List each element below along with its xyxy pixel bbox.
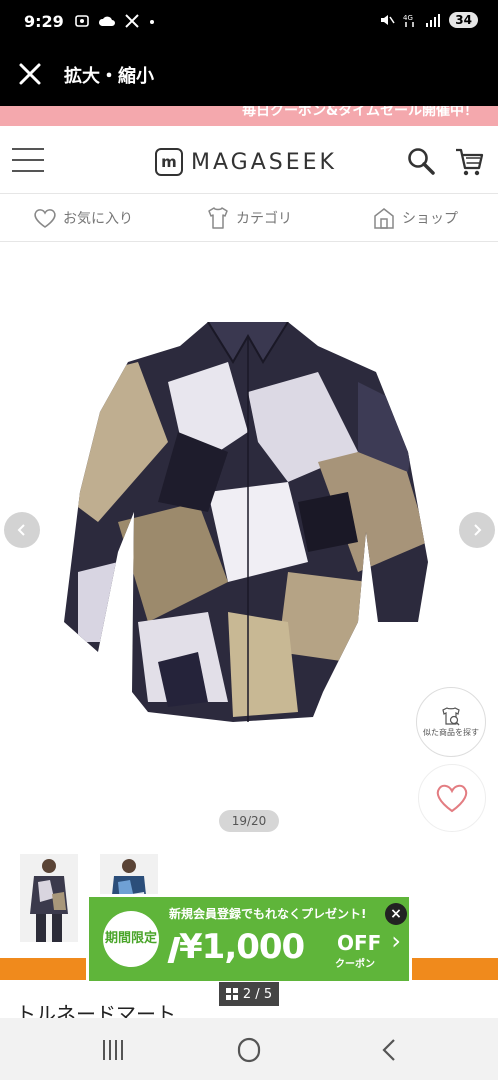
sub-nav-label: ショップ [402, 210, 458, 227]
similar-items-label: 似た商品を探す [423, 728, 479, 738]
chevron-right-icon [474, 524, 482, 536]
site-logo[interactable]: m MAGASEEK [155, 148, 337, 176]
similar-items-button[interactable]: 似た商品を探す [416, 687, 486, 757]
sub-nav-shop[interactable]: ショップ [332, 194, 498, 241]
sub-nav-favorites[interactable]: お気に入り [0, 194, 166, 241]
mute-icon [381, 15, 395, 25]
heart-outline-icon [436, 784, 468, 813]
chevron-right-icon: › [391, 927, 401, 955]
cloud-icon [98, 16, 115, 26]
logo-mark: m [155, 148, 183, 176]
sub-nav-category[interactable]: カテゴリ [166, 194, 332, 241]
thumbnail[interactable] [20, 854, 78, 942]
product-image [64, 322, 428, 722]
coupon-close-button[interactable]: × [385, 903, 407, 925]
recent-apps-icon[interactable] [97, 1036, 127, 1064]
app-header: 拡大・縮小 [0, 46, 498, 106]
screenshot-icon [75, 15, 89, 27]
site-header: m MAGASEEK [0, 126, 498, 194]
page-indicator[interactable]: 2 / 5 [219, 982, 279, 1006]
heart-icon [34, 208, 56, 228]
coupon-banner[interactable]: 期間限定 新規会員登録でもれなくプレゼント! ¥1,000 OFF クーポン ›… [86, 894, 412, 984]
next-image-button[interactable] [459, 512, 495, 548]
page-indicator-label: 2 / 5 [242, 986, 273, 1002]
sub-nav-label: お気に入り [63, 210, 133, 227]
page-title: 拡大・縮小 [64, 66, 154, 87]
menu-icon[interactable] [12, 148, 44, 172]
promo-strip[interactable]: 毎日クーポン&タイムセール開催中！ [0, 106, 498, 126]
web-content: 毎日クーポン&タイムセール開催中！ m MAGASEEK お気に入り カテゴリ … [0, 106, 498, 1018]
battery-level: 34 [449, 12, 478, 28]
shop-name[interactable]: トルネードマート [16, 998, 176, 1018]
image-viewer[interactable]: 似た商品を探す 19/20 [0, 242, 498, 842]
coupon-off: OFF [337, 931, 382, 955]
x-app-icon [125, 14, 139, 28]
image-counter: 19/20 [219, 810, 279, 832]
shirt-icon [208, 206, 228, 229]
thumbnail-image [20, 854, 78, 942]
similar-search-icon [442, 707, 460, 726]
shop-icon [374, 207, 394, 229]
dot-icon [150, 20, 154, 24]
status-right: 4G 34 [379, 12, 478, 28]
logo-text: MAGASEEK [191, 149, 337, 175]
coupon-headline: 新規会員登録でもれなくプレゼント! [169, 907, 367, 921]
status-bar: 9:29 4G 34 [0, 0, 498, 46]
close-icon[interactable] [16, 60, 44, 88]
coupon-badge: 期間限定 [103, 911, 159, 967]
prev-image-button[interactable] [4, 512, 40, 548]
chevron-left-icon [17, 524, 25, 536]
promo-text: 毎日クーポン&タイムセール開催中！ [242, 106, 478, 119]
coupon-amount: ¥1,000 [179, 927, 305, 967]
screen: 9:29 4G 34 拡大・縮小 毎日クーポン&タイムセール開催中！ m MAG… [0, 0, 498, 1080]
coupon-sub: クーポン [335, 959, 375, 970]
status-left-icons [74, 13, 156, 29]
search-icon[interactable] [406, 146, 436, 176]
home-icon[interactable] [234, 1036, 264, 1064]
sub-nav: お気に入り カテゴリ ショップ [0, 194, 498, 242]
svg-text:4G: 4G [403, 14, 413, 22]
cart-icon[interactable] [454, 146, 484, 178]
favorite-button[interactable] [418, 764, 486, 832]
grid-icon [225, 988, 238, 1000]
back-icon[interactable] [374, 1036, 404, 1064]
data-icon: 4G [403, 14, 415, 27]
status-time: 9:29 [24, 12, 64, 31]
sub-nav-label: カテゴリ [236, 210, 292, 227]
system-nav-bar [0, 1018, 498, 1080]
signal-icon [426, 14, 441, 27]
